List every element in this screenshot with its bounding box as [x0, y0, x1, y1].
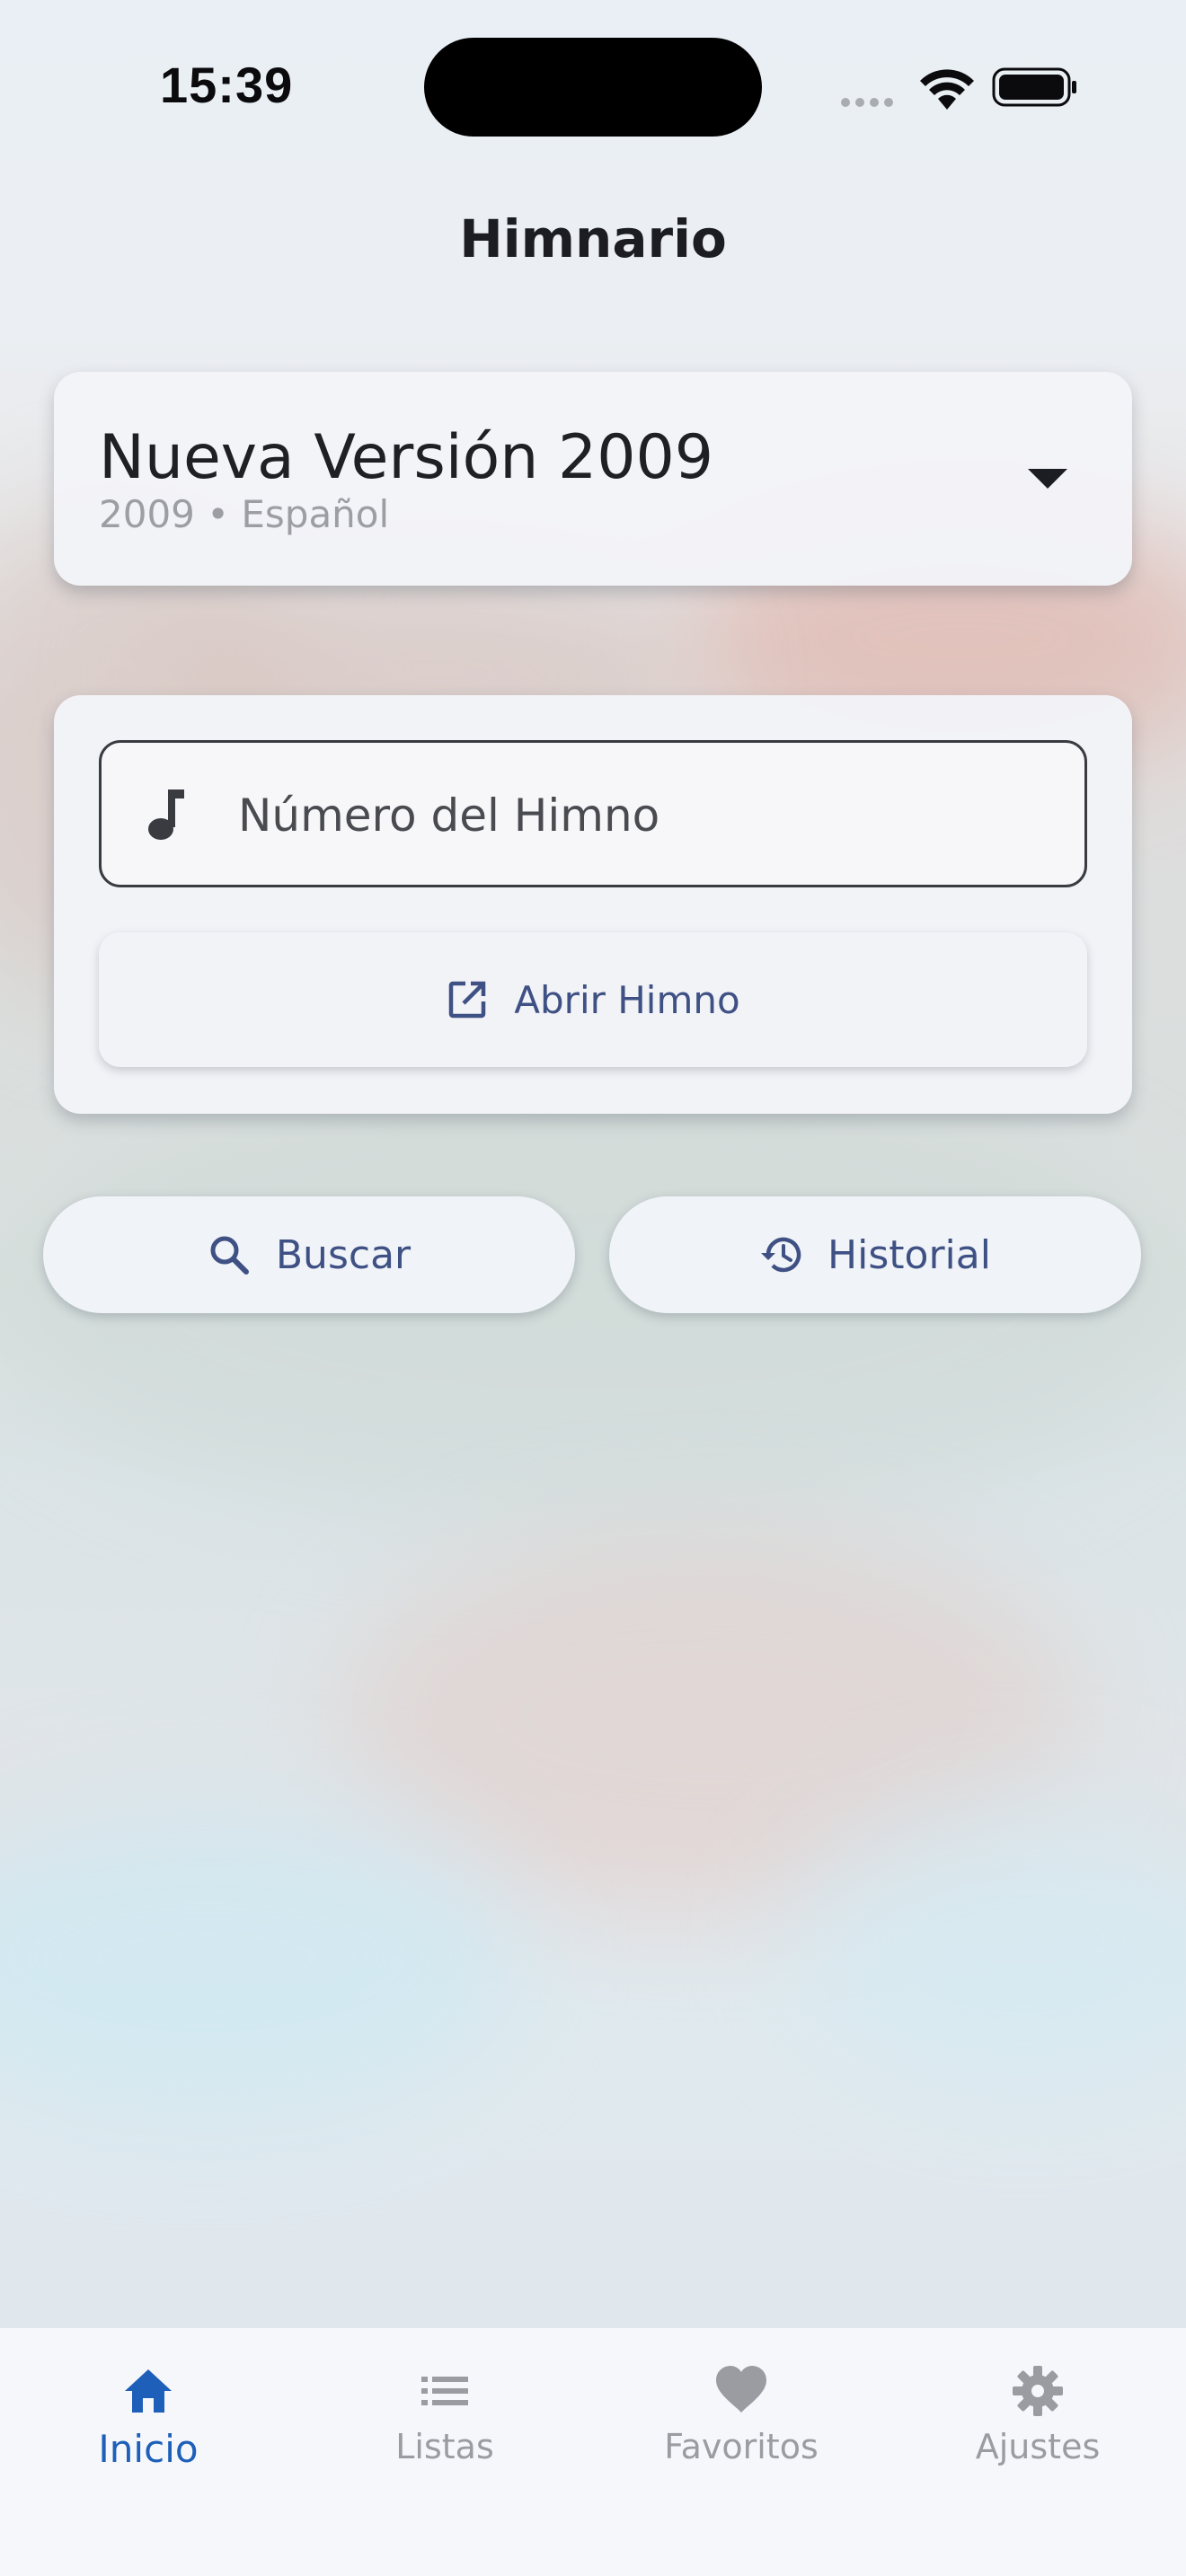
- version-name: Nueva Versión 2009: [99, 422, 714, 493]
- search-label: Buscar: [275, 1231, 412, 1278]
- open-hymn-label: Abrir Himno: [514, 977, 740, 1022]
- home-icon: [125, 2369, 172, 2413]
- battery-icon: [992, 67, 1076, 107]
- nav-label: Ajustes: [975, 2427, 1101, 2466]
- music-note-icon: [148, 790, 184, 840]
- hymn-number-field[interactable]: [99, 740, 1087, 887]
- wifi-icon: [920, 69, 974, 110]
- open-hymn-button[interactable]: Abrir Himno: [99, 932, 1087, 1067]
- dynamic-island: [424, 38, 762, 137]
- history-label: Historial: [828, 1231, 991, 1278]
- gear-icon: [1013, 2366, 1063, 2416]
- nav-item-ajustes[interactable]: Ajustes: [890, 2348, 1186, 2510]
- history-icon: [761, 1237, 801, 1273]
- bottom-nav: Inicio Listas Favoritos Ajustes: [0, 2328, 1186, 2576]
- status-time: 15:39: [160, 57, 294, 113]
- search-icon: [210, 1236, 249, 1275]
- list-icon: [421, 2377, 468, 2405]
- version-subtitle: 2009 • Español: [99, 492, 390, 536]
- arrow-drop-down-icon[interactable]: [1028, 469, 1067, 489]
- version-selector[interactable]: Nueva Versión 2009 2009 • Español: [54, 372, 1132, 586]
- nav-item-favoritos[interactable]: Favoritos: [593, 2348, 890, 2510]
- heart-icon: [716, 2366, 766, 2413]
- hymn-number-input[interactable]: [236, 770, 1049, 861]
- search-button[interactable]: Buscar: [43, 1196, 575, 1313]
- nav-label: Inicio: [98, 2427, 199, 2471]
- nav-item-inicio[interactable]: Inicio: [0, 2348, 296, 2510]
- cellular-signal-icon: [841, 93, 898, 110]
- page-title: Himnario: [459, 208, 727, 269]
- hymn-lookup-card: Abrir Himno: [54, 695, 1132, 1114]
- open-in-new-icon: [449, 981, 486, 1019]
- nav-item-listas[interactable]: Listas: [296, 2348, 593, 2510]
- nav-label: Favoritos: [664, 2427, 819, 2466]
- history-button[interactable]: Historial: [609, 1196, 1141, 1313]
- nav-label: Listas: [395, 2427, 494, 2466]
